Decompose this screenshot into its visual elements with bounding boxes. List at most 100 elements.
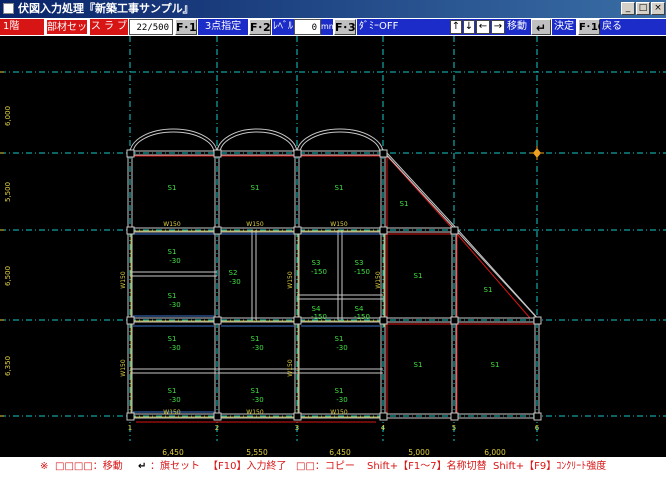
slab-label: S1: [168, 248, 177, 256]
f2-button[interactable]: F･2: [249, 19, 271, 35]
column: [379, 412, 388, 421]
column: [126, 316, 135, 325]
slab-outline: [298, 155, 382, 229]
title-bar: 伏図入力処理『新築工事サンプル』 _ □ ×: [0, 0, 666, 18]
slab-label: S1: [168, 335, 177, 343]
wall-label: W150: [330, 221, 348, 228]
slab-label: S1: [251, 184, 260, 192]
decide-label: 決定: [552, 19, 576, 35]
maximize-button[interactable]: □: [636, 2, 650, 15]
slab-outline: [218, 155, 296, 229]
slab-minus: -30: [252, 396, 263, 404]
slab-s3-label: S3: [312, 259, 321, 267]
status-move-keys: □□□□：移動: [55, 461, 123, 472]
column: [213, 412, 222, 421]
column: [533, 412, 542, 421]
column: [379, 149, 388, 158]
slab-outline: [386, 323, 453, 415]
f1-button[interactable]: F･1: [175, 19, 197, 35]
slab-label: S1: [484, 286, 493, 294]
wall-label: W150: [287, 359, 294, 377]
slab-outline: [131, 155, 216, 229]
slab-label: S1: [400, 200, 409, 208]
wall-label: W150: [120, 359, 127, 377]
enter-icon[interactable]: ↵: [531, 19, 551, 35]
slab-label: S1: [251, 387, 260, 395]
status-mark: ※: [40, 461, 49, 472]
column: [450, 316, 459, 325]
col-grid-2: 2: [215, 424, 219, 432]
slab-label: S1: [414, 361, 423, 369]
level-input[interactable]: 0: [294, 19, 321, 35]
slab-s2-label: S2: [229, 269, 238, 277]
slab-label: S1: [168, 184, 177, 192]
floor-label[interactable]: 1階: [0, 19, 44, 35]
status-shift-concrete: Shift+【F9】ｺﾝｸﾘｰﾄ強度: [493, 461, 607, 472]
slab-minus: -30: [169, 396, 180, 404]
member-type-label: ス ラ ブ: [90, 19, 128, 35]
wall-label: W150: [375, 271, 382, 289]
status-copy: □□：コピー: [296, 461, 355, 472]
arch-beam: [129, 128, 218, 154]
arrow-up-icon[interactable]: ↑: [450, 20, 462, 34]
column: [450, 412, 459, 421]
col-grid-3: 3: [295, 424, 299, 432]
col-dim-4: 5,000: [408, 448, 430, 457]
slab-outline: [456, 323, 536, 415]
col-dim-3: 6,450: [329, 448, 351, 457]
structure: [126, 128, 542, 423]
wall-label: W150: [246, 409, 264, 416]
column: [293, 412, 302, 421]
column: [126, 226, 135, 235]
slab-s3-minus: -150: [311, 313, 327, 321]
col-grid-6: 6: [535, 424, 540, 432]
column: [126, 412, 135, 421]
slab-s3-minus: -150: [311, 268, 327, 276]
col-dim-5: 6,000: [484, 448, 506, 457]
slab-s4-label: S4: [355, 305, 364, 313]
row-dim-1: 6,000: [4, 106, 12, 126]
column: [213, 149, 222, 158]
column: [293, 149, 302, 158]
slab-outline: [456, 232, 532, 319]
close-button[interactable]: ×: [651, 2, 665, 15]
column: [379, 316, 388, 325]
dummy-toggle-label: ﾀﾞﾐｰOFF: [357, 19, 447, 35]
move-label: 移動: [506, 19, 528, 35]
column: [126, 149, 135, 158]
slab-label: S1: [335, 184, 344, 192]
f3-button[interactable]: F･3: [334, 19, 356, 35]
f10-button[interactable]: F･10: [578, 19, 605, 35]
member-set-button[interactable]: 部材セット: [46, 19, 97, 35]
column: [533, 316, 542, 325]
col-dim-1: 6,450: [162, 448, 184, 457]
minimize-button[interactable]: _: [621, 2, 635, 15]
row-dim-2: 5,500: [4, 182, 12, 202]
slab-label: S1: [414, 272, 423, 280]
window-title: 伏図入力処理『新築工事サンプル』: [18, 2, 194, 15]
wall-label: W150: [246, 221, 264, 228]
column: [213, 316, 222, 325]
slab-s4-label: S4: [312, 305, 321, 313]
arrow-left-icon[interactable]: ←: [476, 20, 490, 34]
arrow-down-icon[interactable]: ↓: [463, 20, 475, 34]
slab-minus: -30: [252, 344, 263, 352]
status-f10-end: 【F10】入力終了: [208, 461, 287, 472]
column: [293, 316, 302, 325]
slab-minus: -30: [169, 257, 180, 265]
plan-canvas[interactable]: 6,000 5,500 6,500 6,350 6,450 5,550 6,45…: [0, 36, 666, 457]
col-grid-4: 4: [381, 424, 386, 432]
app-icon: [3, 3, 14, 14]
toolbar: 1階 部材セット ス ラ ブ 22/500 F･1 3点指定 F･2 ﾚﾍﾞﾙ …: [0, 18, 666, 36]
slab-label: S1: [168, 387, 177, 395]
three-point-label: 3点指定: [198, 19, 248, 35]
slab-s3-minus: -150: [354, 313, 370, 321]
member-counter-field[interactable]: 22/500: [129, 19, 173, 35]
wall-label: W150: [163, 409, 181, 416]
row-dim-4: 6,350: [4, 356, 12, 376]
slab-label: S1: [251, 335, 260, 343]
column: [213, 226, 222, 235]
arrow-right-icon[interactable]: →: [491, 20, 505, 34]
level-label: ﾚﾍﾞﾙ: [272, 19, 294, 35]
status-shift-name: Shift+【F1～7】名称切替: [367, 461, 487, 472]
